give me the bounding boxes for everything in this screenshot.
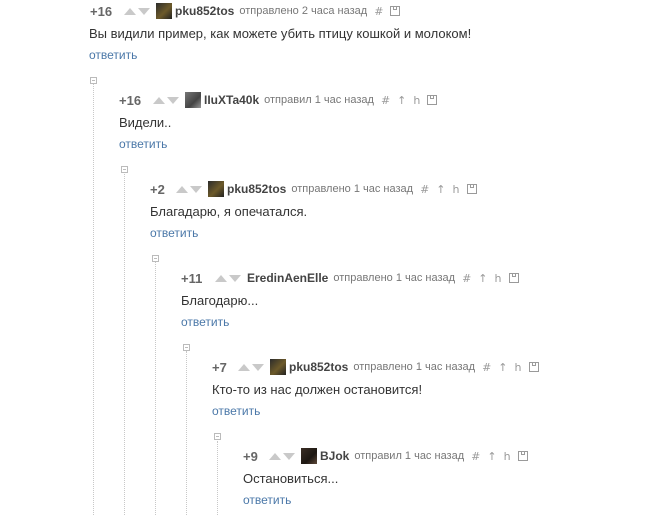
save-icon[interactable] bbox=[390, 6, 401, 16]
vote-down-icon[interactable] bbox=[229, 274, 241, 282]
thread-line bbox=[124, 174, 125, 515]
save-icon[interactable] bbox=[517, 451, 528, 461]
avatar[interactable] bbox=[156, 3, 172, 19]
vote-up-icon[interactable] bbox=[269, 452, 281, 460]
reply-link[interactable]: ответить bbox=[243, 493, 291, 507]
avatar[interactable] bbox=[270, 359, 286, 375]
avatar[interactable] bbox=[185, 92, 201, 108]
comment-text: Остановиться... bbox=[243, 471, 339, 486]
collapse-toggle[interactable] bbox=[152, 255, 159, 262]
branch-icon[interactable]: h bbox=[413, 94, 420, 107]
comment-text: Благодарю... bbox=[181, 293, 259, 308]
comment-header: +11 EredinAenElle отправлено 1 час назад… bbox=[181, 270, 519, 286]
parent-up-icon[interactable]: ↑ bbox=[487, 450, 496, 463]
comment-text: Благадарю, я опечатался. bbox=[150, 204, 308, 219]
vote-down-icon[interactable] bbox=[167, 96, 179, 104]
thread-line bbox=[217, 441, 218, 515]
comment-header: +16 IIuXTa40k отправил 1 час назад # ↑ h bbox=[119, 92, 438, 108]
branch-icon[interactable]: h bbox=[495, 272, 502, 285]
vote-up-icon[interactable] bbox=[153, 96, 165, 104]
rating: +7 bbox=[212, 359, 227, 375]
branch-icon[interactable]: h bbox=[453, 183, 460, 196]
username[interactable]: EredinAenElle bbox=[247, 271, 328, 285]
reply-link[interactable]: ответить bbox=[212, 404, 260, 418]
rating: +11 bbox=[181, 270, 203, 286]
thread-line bbox=[186, 351, 187, 515]
username[interactable]: pku852tos bbox=[289, 360, 348, 374]
vote-down-icon[interactable] bbox=[252, 363, 264, 371]
timestamp[interactable]: отправил 1 час назад bbox=[354, 450, 464, 462]
reply-link[interactable]: ответить bbox=[89, 48, 137, 62]
hash-link-icon[interactable]: # bbox=[462, 272, 471, 285]
rating: +16 bbox=[90, 3, 113, 19]
hash-link-icon[interactable]: # bbox=[471, 450, 480, 463]
timestamp[interactable]: отправлено 1 час назад bbox=[291, 183, 413, 195]
thread-line bbox=[155, 262, 156, 515]
comment-text: Кто-то из нас должен остановится! bbox=[212, 382, 423, 397]
username[interactable]: pku852tos bbox=[227, 182, 286, 196]
save-icon[interactable] bbox=[466, 184, 477, 194]
timestamp[interactable]: отправлено 1 час назад bbox=[353, 361, 475, 373]
username[interactable]: BJok bbox=[320, 449, 349, 463]
parent-up-icon[interactable]: ↑ bbox=[397, 94, 406, 107]
thread-line bbox=[93, 84, 94, 515]
comment-text: Видели.. bbox=[119, 115, 172, 130]
branch-icon[interactable]: h bbox=[504, 450, 511, 463]
hash-link-icon[interactable]: # bbox=[381, 94, 390, 107]
save-icon[interactable] bbox=[508, 273, 519, 283]
avatar[interactable] bbox=[301, 448, 317, 464]
vote-down-icon[interactable] bbox=[283, 452, 295, 460]
save-icon[interactable] bbox=[528, 362, 539, 372]
vote-up-icon[interactable] bbox=[215, 274, 227, 282]
timestamp[interactable]: отправил 1 час назад bbox=[264, 94, 374, 106]
comment-header: +16 pku852tos отправлено 2 часа назад # bbox=[90, 3, 401, 19]
comment-header: +9 BJok отправил 1 час назад # ↑ h bbox=[243, 448, 528, 464]
vote-up-icon[interactable] bbox=[238, 363, 250, 371]
parent-up-icon[interactable]: ↑ bbox=[498, 361, 507, 374]
comment-header: +2 pku852tos отправлено 1 час назад # ↑ … bbox=[150, 181, 477, 197]
comment-header: +7 pku852tos отправлено 1 час назад # ↑ … bbox=[212, 359, 539, 375]
comment-text: Вы видили пример, как можете убить птицу… bbox=[89, 26, 472, 41]
username[interactable]: pku852tos bbox=[175, 4, 234, 18]
avatar[interactable] bbox=[208, 181, 224, 197]
hash-link-icon[interactable]: # bbox=[420, 183, 429, 196]
username[interactable]: IIuXTa40k bbox=[204, 93, 259, 107]
vote-down-icon[interactable] bbox=[138, 7, 150, 15]
save-icon[interactable] bbox=[427, 95, 438, 105]
timestamp[interactable]: отправлено 2 часа назад bbox=[239, 5, 367, 17]
reply-link[interactable]: ответить bbox=[119, 137, 167, 151]
collapse-toggle[interactable] bbox=[121, 166, 128, 173]
vote-down-icon[interactable] bbox=[190, 185, 202, 193]
collapse-toggle[interactable] bbox=[90, 77, 97, 84]
vote-up-icon[interactable] bbox=[124, 7, 136, 15]
timestamp[interactable]: отправлено 1 час назад bbox=[333, 272, 455, 284]
collapse-toggle[interactable] bbox=[214, 433, 221, 440]
vote-up-icon[interactable] bbox=[176, 185, 188, 193]
rating: +2 bbox=[150, 181, 165, 197]
hash-link-icon[interactable]: # bbox=[374, 5, 383, 18]
branch-icon[interactable]: h bbox=[515, 361, 522, 374]
parent-up-icon[interactable]: ↑ bbox=[436, 183, 445, 196]
rating: +9 bbox=[243, 448, 258, 464]
collapse-toggle[interactable] bbox=[183, 344, 190, 351]
reply-link[interactable]: ответить bbox=[150, 226, 198, 240]
rating: +16 bbox=[119, 92, 142, 108]
parent-up-icon[interactable]: ↑ bbox=[478, 272, 487, 285]
hash-link-icon[interactable]: # bbox=[482, 361, 491, 374]
reply-link[interactable]: ответить bbox=[181, 315, 229, 329]
